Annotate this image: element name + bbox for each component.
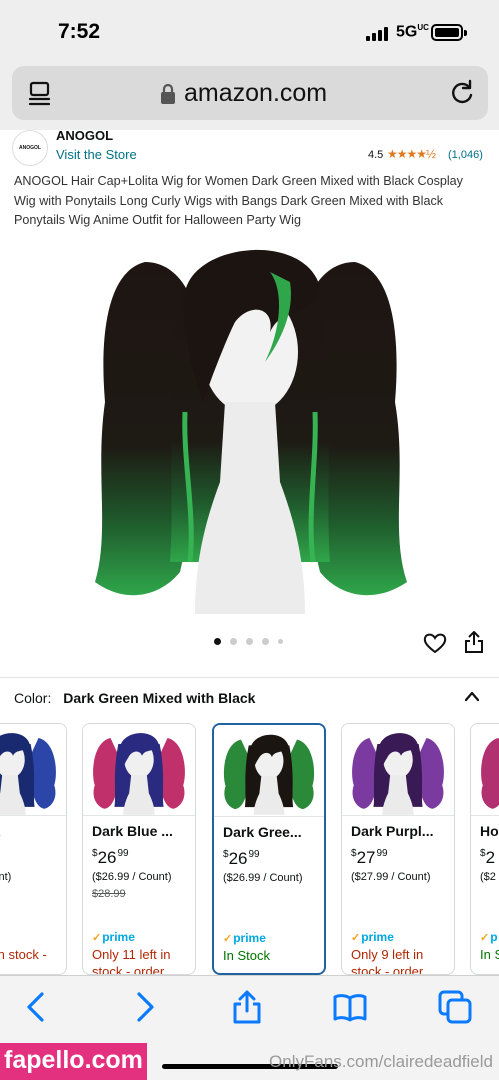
variant-unit-price: ($27.99 / Count) (351, 871, 431, 883)
rating-value: 4.5 (368, 149, 384, 161)
url-text[interactable]: amazon.com (184, 79, 327, 108)
brand-name: ANOGOL (56, 128, 114, 143)
variant-name: Dark Blue ... (92, 823, 173, 839)
variant-price: $2 (480, 848, 496, 867)
network-type: 5GUC (396, 23, 429, 41)
variant-price: $2799 (351, 848, 388, 867)
color-variants-carousel[interactable]: Black9 / Count)e4 left in stock - order … (0, 723, 499, 975)
forward-icon[interactable] (127, 990, 161, 1024)
variant-stock-status: In Stock (223, 948, 270, 963)
variant-stock-status: Only 11 left in stock - order (92, 947, 171, 975)
browser-header: amazon.com (0, 62, 499, 130)
variant-name: Dark Purpl... (351, 823, 434, 839)
variant-unit-price: ($2 (480, 871, 496, 883)
variant-stock-status: Only 9 left in stock - order (351, 947, 424, 975)
chevron-up-icon[interactable] (463, 689, 481, 703)
variant-unit-price: ($26.99 / Count) (223, 872, 303, 884)
bookmarks-icon[interactable] (333, 990, 367, 1024)
color-selector[interactable]: Color: Dark Green Mixed with Black (14, 690, 255, 706)
cellular-signal-icon (366, 27, 388, 41)
variant-thumbnail (471, 724, 499, 816)
variant-thumbnail (83, 724, 195, 816)
share-icon[interactable] (230, 990, 264, 1024)
reader-mode-icon[interactable] (26, 79, 54, 107)
lock-icon (161, 83, 175, 104)
variant-card[interactable]: Black9 / Count)e4 left in stock - order (0, 723, 67, 975)
prime-badge: prime (223, 931, 266, 945)
variant-thumbnail (342, 724, 454, 816)
product-image[interactable] (85, 232, 415, 614)
visit-store-link[interactable]: Visit the Store (56, 147, 137, 162)
share-icon[interactable] (464, 630, 484, 654)
variant-card[interactable]: Dark Gree... $2699 ($26.99 / Count) prime In… (212, 723, 326, 975)
prime-badge: p (480, 930, 497, 944)
divider (0, 677, 499, 678)
prime-badge: prime (351, 930, 394, 944)
heart-icon[interactable] (423, 632, 447, 654)
selected-color: Dark Green Mixed with Black (63, 690, 256, 706)
clock: 7:52 (58, 20, 101, 43)
variant-name: Dark Gree... (223, 824, 302, 840)
star-rating-icon[interactable]: ★★★★½ (387, 147, 436, 161)
color-label: Color: (14, 690, 52, 706)
variant-name: Ho (480, 823, 499, 839)
image-carousel-dots[interactable] (214, 638, 294, 648)
back-icon[interactable] (20, 990, 54, 1024)
variant-name: Black (0, 823, 63, 839)
variant-thumbnail (214, 725, 324, 817)
variant-stock-status: 4 left in stock - order (0, 947, 47, 962)
battery-icon (431, 24, 467, 41)
variant-thumbnail (0, 724, 66, 816)
variant-price: $2699 (92, 848, 129, 867)
status-bar: 7:52 5GUC (0, 0, 499, 62)
brand-logo[interactable]: ANOGOL (12, 130, 48, 166)
watermark-left: fapello.com (0, 1043, 147, 1080)
rating-count-link[interactable]: (1,046) (448, 149, 483, 161)
variant-card[interactable]: Dark Blue ... $2699 ($26.99 / Count) $28.99… (82, 723, 196, 975)
watermark-right: OnlyFans.com/clairedeadfield (269, 1052, 493, 1071)
prime-badge: prime (92, 930, 135, 944)
variant-unit-price: 9 / Count) (0, 871, 12, 883)
variant-card[interactable]: Dark Purpl... $2799 ($27.99 / Count) prime O… (341, 723, 455, 975)
address-bar[interactable]: amazon.com (12, 66, 488, 120)
variant-unit-price: ($26.99 / Count) (92, 871, 172, 883)
variant-card[interactable]: Ho $2 ($2 p In S (470, 723, 499, 975)
store-header: ANOGOL ANOGOL Visit the Store 4.5 ★★★★½ … (0, 126, 499, 170)
tabs-icon[interactable] (438, 990, 472, 1024)
variant-stock-status: In S (480, 947, 499, 962)
variant-list-price: $28.99 (92, 888, 126, 900)
reload-icon[interactable] (448, 79, 476, 107)
variant-price: $2699 (223, 849, 260, 868)
product-title: ANOGOL Hair Cap+Lolita Wig for Women Dar… (14, 174, 463, 227)
